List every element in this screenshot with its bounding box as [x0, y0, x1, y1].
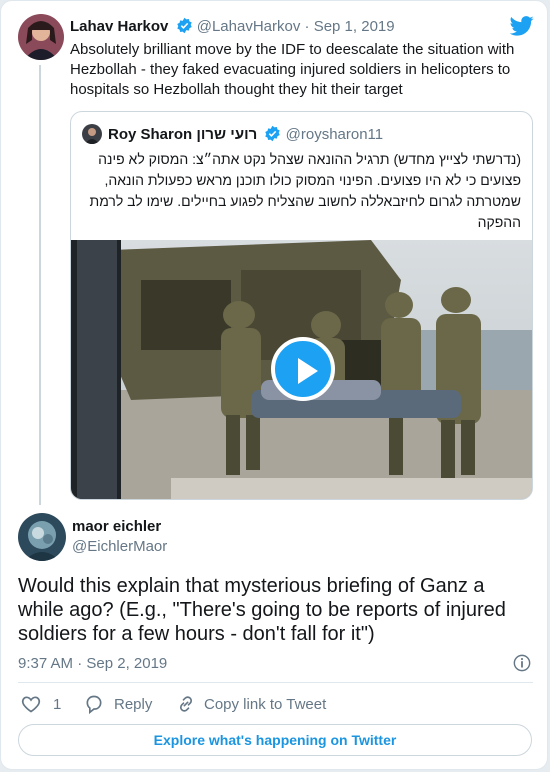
verified-icon: [176, 17, 193, 38]
heart-icon: [21, 694, 41, 714]
copy-link-action[interactable]: Copy link to Tweet: [176, 694, 326, 714]
lahav-avatar[interactable]: [18, 14, 64, 60]
link-icon: [176, 694, 196, 714]
tweet1-separator: ·: [304, 18, 310, 35]
quote-header: Roy Sharon רועי שרון @roysharon11: [108, 125, 383, 146]
tweet1-text: Absolutely brilliant move by the IDF to …: [70, 41, 515, 98]
thread-line: [39, 65, 41, 505]
copy-link-label: Copy link to Tweet: [204, 695, 327, 713]
like-action[interactable]: 1: [21, 694, 61, 714]
twitter-bird-icon[interactable]: [509, 16, 534, 41]
reply-icon: [84, 694, 104, 715]
maor-avatar[interactable]: [18, 513, 66, 561]
tweet1-handle[interactable]: @LahavHarkov: [197, 18, 301, 35]
roy-avatar: [82, 124, 102, 144]
quote-author-name: Roy Sharon רועי שרון: [108, 126, 258, 143]
explore-twitter-button[interactable]: Explore what's happening on Twitter: [18, 724, 532, 756]
quote-text: (נדרשתי לצייץ מחדש) תרגיל ההונאה שצהל נק…: [89, 151, 521, 230]
tweet2-author-name[interactable]: maor eichler: [72, 518, 161, 535]
embedded-tweet-card: Lahav Harkov @LahavHarkov · Sep 1, 2019 …: [0, 0, 548, 770]
tweet1-author-name[interactable]: Lahav Harkov: [70, 18, 168, 35]
tweet2-text: Would this explain that mysterious brief…: [18, 575, 506, 645]
reply-label: Reply: [114, 695, 153, 713]
tweet1-date[interactable]: Sep 1, 2019: [314, 18, 395, 35]
tweet2-timestamp[interactable]: 9:37 AM · Sep 2, 2019: [18, 655, 167, 672]
reply-action[interactable]: Reply: [84, 694, 153, 715]
tweet2-handle[interactable]: @EichlerMaor: [72, 538, 167, 555]
like-count: 1: [53, 695, 62, 713]
divider: [18, 682, 533, 683]
tweet1-header: Lahav Harkov @LahavHarkov · Sep 1, 2019: [70, 17, 395, 38]
verified-icon: [264, 125, 281, 146]
quote-handle: @roysharon11: [285, 126, 384, 143]
video-thumbnail[interactable]: [71, 240, 532, 499]
info-icon[interactable]: [513, 654, 531, 677]
play-icon[interactable]: [271, 337, 335, 401]
quoted-tweet[interactable]: Roy Sharon רועי שרון @roysharon11 (נדרשת…: [70, 111, 533, 500]
